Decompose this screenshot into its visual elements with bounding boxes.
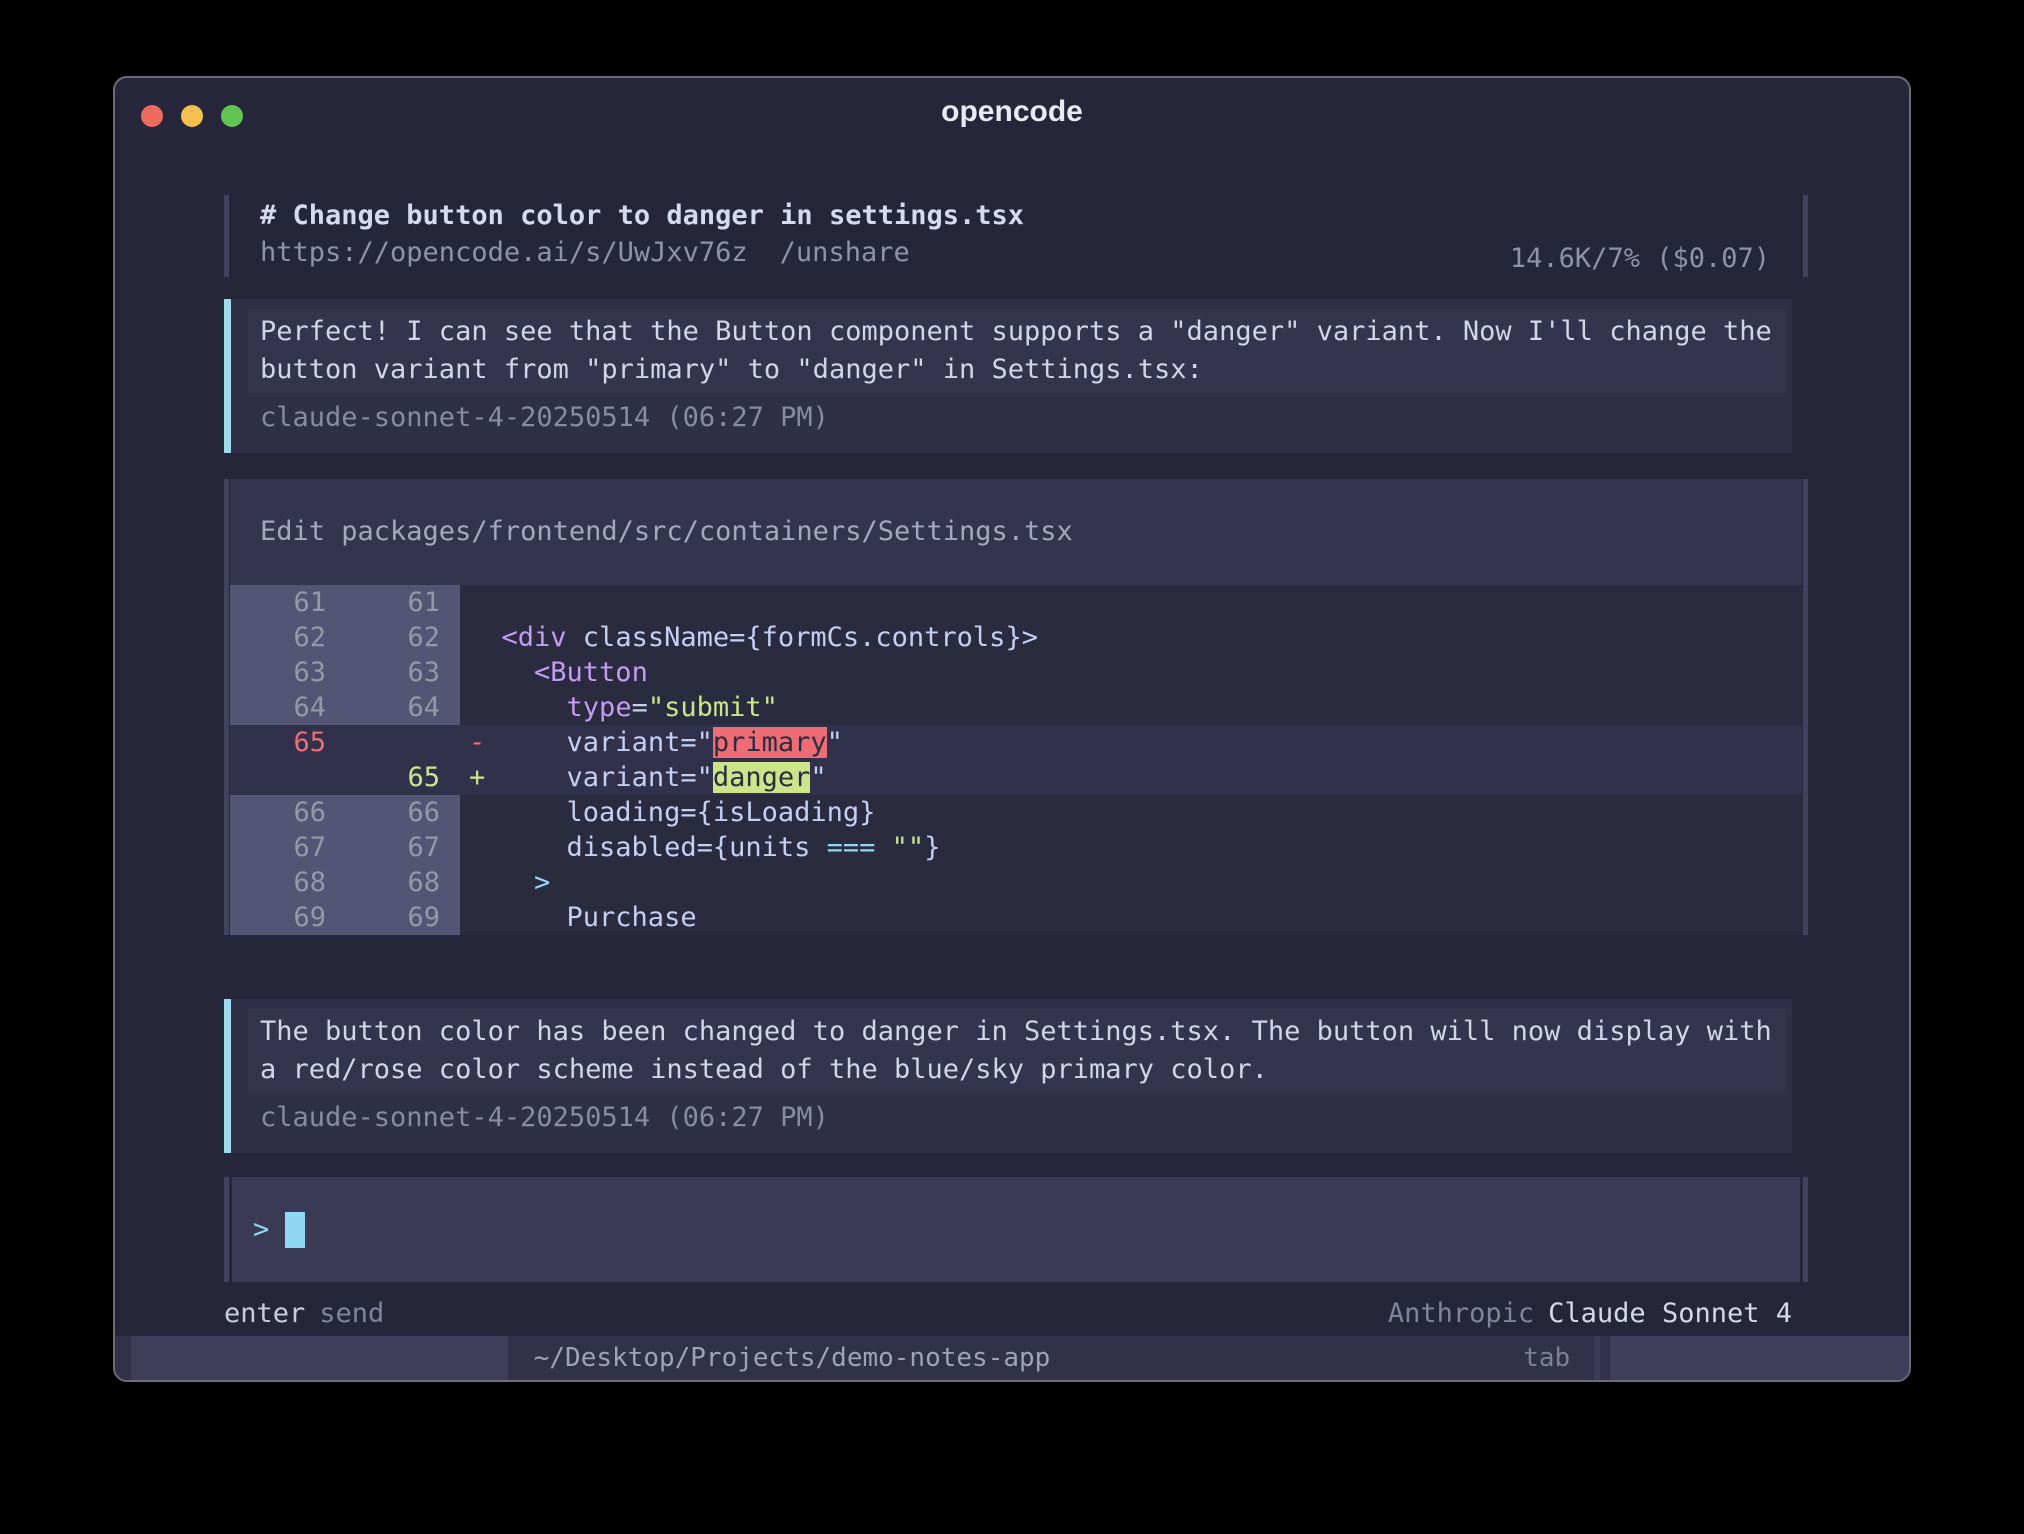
diff-code-line: <Button: [460, 655, 648, 690]
session-title: # Change button color to danger in setti…: [260, 197, 1024, 234]
diff-gutter: 6464: [230, 690, 460, 725]
diff-row: 6666 loading={isLoading}: [230, 795, 1802, 830]
new-line-number: 65: [326, 760, 440, 795]
provider-label: Anthropic: [1388, 1298, 1534, 1329]
titlebar: opencode: [115, 78, 1909, 148]
message-text: Perfect! I can see that the Button compo…: [248, 309, 1786, 393]
assistant-message-2: The button color has been changed to dan…: [224, 999, 1792, 1153]
old-line-number: [230, 760, 326, 795]
diff-gutter: 6363: [230, 655, 460, 690]
share-url-link[interactable]: https://opencode.ai/s/UwJxv76z: [260, 237, 748, 268]
new-line-number: [326, 725, 440, 760]
app-version-chip: opencodev0.3.11: [131, 1336, 508, 1380]
old-line-number: 66: [230, 795, 326, 830]
diff-code-line: disabled={units === ""}: [460, 830, 940, 865]
message-text: The button color has been changed to dan…: [248, 1009, 1786, 1093]
old-line-number: 61: [230, 585, 326, 620]
edit-tool-inner: Edit packages/frontend/src/containers/Se…: [230, 479, 1802, 935]
new-line-number: 68: [326, 865, 440, 900]
tab-key-hint[interactable]: tab: [1523, 1336, 1570, 1380]
diff-row: 6767 disabled={units === ""}: [230, 830, 1802, 865]
old-line-number: 69: [230, 900, 326, 935]
token-usage: 14.6K/7% ($0.07): [1510, 240, 1770, 277]
diff-row: 6363 <Button: [230, 655, 1802, 690]
old-line-number: 65: [230, 725, 326, 760]
edit-tool-header: Edit packages/frontend/src/containers/Se…: [230, 479, 1802, 585]
diff-code-line: - variant="primary": [460, 725, 843, 760]
old-line-number: 62: [230, 620, 326, 655]
old-line-number: 63: [230, 655, 326, 690]
diff-view: 61616262 <div className={formCs.controls…: [230, 585, 1802, 935]
session-header-left: # Change button color to danger in setti…: [260, 197, 1024, 277]
mode-chip[interactable]: BUILDMODE: [1610, 1336, 1909, 1380]
diff-code-line: [460, 585, 469, 620]
old-line-number: 68: [230, 865, 326, 900]
diff-row: 6969 Purchase: [230, 900, 1802, 935]
diff-code-line: <div className={formCs.controls}>: [460, 620, 1038, 655]
diff-code-line: type="submit": [460, 690, 778, 725]
diff-code-line: Purchase: [460, 900, 697, 935]
message-model-meta: claude-sonnet-4-20250514 (06:27 PM): [260, 1099, 1774, 1137]
session-header: # Change button color to danger in setti…: [224, 195, 1808, 277]
prompt-input-section: >: [224, 1177, 1808, 1282]
diff-gutter: 6262: [230, 620, 460, 655]
text-cursor: [285, 1212, 305, 1248]
edit-tool-block: Edit packages/frontend/src/containers/Se…: [224, 479, 1808, 935]
old-line-number: 67: [230, 830, 326, 865]
hint-row: enter send Anthropic Claude Sonnet 4: [224, 1296, 1808, 1332]
new-line-number: 63: [326, 655, 440, 690]
diff-row: 6161: [230, 585, 1802, 620]
diff-row: 6464 type="submit": [230, 690, 1802, 725]
diff-gutter: 65: [230, 760, 460, 795]
prompt-input[interactable]: >: [232, 1177, 1800, 1282]
unshare-command[interactable]: /unshare: [780, 237, 910, 268]
new-line-number: 62: [326, 620, 440, 655]
diff-row: 65 + variant="danger": [230, 760, 1802, 795]
new-line-number: 64: [326, 690, 440, 725]
model-label: Claude Sonnet 4: [1548, 1298, 1792, 1329]
new-line-number: 61: [326, 585, 440, 620]
old-line-number: 64: [230, 690, 326, 725]
diff-gutter: 6666: [230, 795, 460, 830]
send-hint: enter send: [224, 1296, 384, 1332]
diff-gutter: 6969: [230, 900, 460, 935]
diff-code-line: + variant="danger": [460, 760, 827, 795]
status-bar: opencodev0.3.11 ~/Desktop/Projects/demo-…: [115, 1336, 1909, 1380]
diff-gutter: 6767: [230, 830, 460, 865]
session-subtitle: https://opencode.ai/s/UwJxv76z/unshare: [260, 234, 1024, 271]
opencode-window: opencode # Change button color to danger…: [113, 76, 1911, 1382]
working-directory: ~/Desktop/Projects/demo-notes-app: [534, 1336, 1051, 1380]
diff-gutter: 65: [230, 725, 460, 760]
diff-gutter: 6161: [230, 585, 460, 620]
diff-gutter: 6868: [230, 865, 460, 900]
window-title: opencode: [115, 94, 1909, 130]
diff-code-line: >: [460, 865, 550, 900]
diff-row: 6262 <div className={formCs.controls}>: [230, 620, 1802, 655]
new-line-number: 66: [326, 795, 440, 830]
assistant-message-1: Perfect! I can see that the Button compo…: [224, 299, 1792, 453]
model-indicator: Anthropic Claude Sonnet 4: [1388, 1296, 1792, 1332]
new-line-number: 67: [326, 830, 440, 865]
statusbar-divider: [1594, 1336, 1600, 1380]
new-line-number: 69: [326, 900, 440, 935]
prompt-symbol: >: [253, 1214, 269, 1245]
diff-code-line: loading={isLoading}: [460, 795, 875, 830]
diff-row: 6868 >: [230, 865, 1802, 900]
enter-key-hint: enter: [224, 1298, 305, 1329]
diff-row: 65 - variant="primary": [230, 725, 1802, 760]
message-model-meta: claude-sonnet-4-20250514 (06:27 PM): [260, 399, 1774, 437]
send-action-label: send: [319, 1298, 384, 1329]
